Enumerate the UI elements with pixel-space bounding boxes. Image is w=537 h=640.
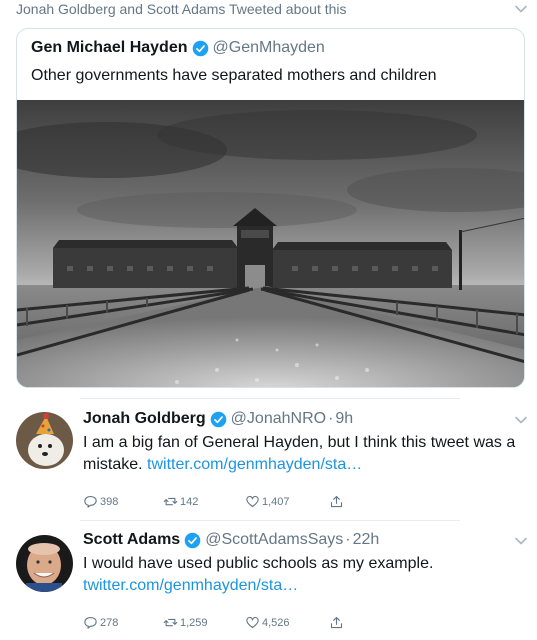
retweet-button[interactable]: 1,259: [163, 615, 245, 630]
like-count: 1,407: [262, 495, 290, 508]
share-button[interactable]: [329, 494, 346, 509]
quoted-author-name[interactable]: Gen Michael Hayden: [31, 39, 188, 57]
tweet-body: I would have used public schools as my e…: [83, 555, 434, 572]
verified-badge-icon: [184, 532, 201, 548]
avatar[interactable]: [16, 412, 73, 469]
quoted-tweet-photo[interactable]: [17, 100, 525, 388]
retweet-count: 1,259: [180, 616, 208, 629]
retweet-button[interactable]: 142: [163, 494, 245, 509]
tweet-timestamp[interactable]: 22h: [353, 531, 380, 549]
divider: [80, 520, 460, 521]
activity-header-text: Jonah Goldberg and Scott Adams Tweeted a…: [16, 1, 347, 17]
share-button[interactable]: [329, 615, 346, 630]
tweet-link[interactable]: twitter.com/genmhayden/sta…: [83, 575, 523, 597]
quoted-tweet-text: Other governments have separated mothers…: [31, 67, 437, 84]
quoted-author-handle[interactable]: @GenMhayden: [213, 39, 325, 57]
tweet-text: I am a big fan of General Hayden, but I …: [83, 432, 523, 476]
quoted-tweet-header: Gen Michael Hayden @GenMhayden: [31, 39, 325, 57]
tweet-actions: 278 1,259 4,526: [83, 615, 346, 630]
reply-button[interactable]: 278: [83, 615, 163, 630]
like-count: 4,526: [262, 616, 290, 629]
chevron-down-icon[interactable]: [514, 534, 528, 548]
chevron-down-icon[interactable]: [514, 413, 528, 427]
tweet-link[interactable]: twitter.com/genmhayden/sta…: [147, 456, 362, 473]
author-handle[interactable]: @ScottAdamsSays: [205, 531, 343, 549]
quoted-tweet-card[interactable]: Gen Michael Hayden @GenMhayden Other gov…: [16, 28, 525, 388]
avatar[interactable]: [16, 535, 73, 592]
reply-icon: [84, 495, 97, 508]
tweet-timestamp[interactable]: 9h: [335, 410, 353, 428]
retweet-icon: [163, 497, 178, 506]
time-separator: ·: [345, 531, 351, 548]
author-name[interactable]: Scott Adams: [83, 531, 180, 549]
author-name[interactable]: Jonah Goldberg: [83, 410, 206, 428]
divider: [80, 398, 460, 399]
tweet-reply[interactable]: Scott Adams @ScottAdamsSays · 22h I woul…: [16, 531, 528, 639]
heart-icon: [246, 495, 259, 508]
tweet-actions: 398 142 1,407: [83, 494, 346, 509]
like-button[interactable]: 1,407: [245, 494, 329, 509]
tweet-header: Jonah Goldberg @JonahNRO · 9h: [83, 410, 353, 428]
share-icon: [330, 616, 343, 629]
retweet-count: 142: [180, 495, 199, 508]
verified-badge-icon: [210, 411, 226, 427]
activity-header: Jonah Goldberg and Scott Adams Tweeted a…: [16, 0, 528, 22]
reply-count: 278: [100, 616, 119, 629]
heart-icon: [246, 616, 259, 629]
reply-icon: [84, 616, 97, 629]
reply-count: 398: [100, 495, 119, 508]
reply-button[interactable]: 398: [83, 494, 163, 509]
author-handle[interactable]: @JonahNRO: [231, 410, 326, 428]
tweet-text: I would have used public schools as my e…: [83, 553, 523, 597]
like-button[interactable]: 4,526: [245, 615, 329, 630]
retweet-icon: [163, 618, 178, 627]
time-separator: ·: [328, 410, 334, 427]
chevron-down-icon[interactable]: [514, 2, 528, 16]
verified-badge-icon: [192, 40, 208, 56]
share-icon: [330, 495, 343, 508]
tweet-reply[interactable]: Jonah Goldberg @JonahNRO · 9h I am a big…: [16, 410, 528, 522]
tweet-header: Scott Adams @ScottAdamsSays · 22h: [83, 531, 379, 549]
